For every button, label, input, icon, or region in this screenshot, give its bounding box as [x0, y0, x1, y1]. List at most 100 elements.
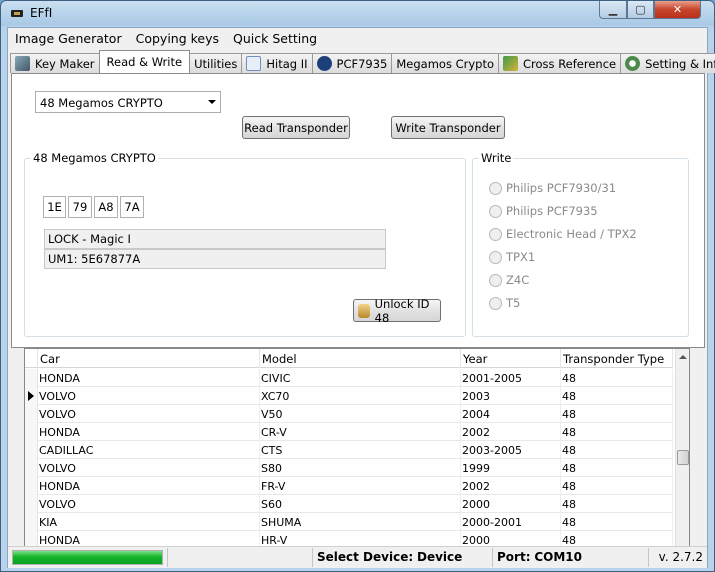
- tab-label: Cross Reference: [523, 56, 617, 71]
- row-selector[interactable]: [25, 459, 38, 477]
- cell-transponder-type: 48: [561, 441, 673, 459]
- radio-button: [489, 273, 502, 287]
- table-row[interactable]: CADILLAC CTS 2003-2005 48: [25, 441, 673, 459]
- cell-year: 2000: [461, 495, 561, 513]
- progress-bar: [12, 550, 163, 565]
- um-value: UM1: 5E67877A: [44, 249, 386, 269]
- column-header-transponder-type[interactable]: Transponder Type: [561, 349, 673, 368]
- byte-cell: 7A: [120, 196, 144, 218]
- unlock-icon: [358, 303, 370, 318]
- write-transponder-button[interactable]: Write Transponder: [391, 116, 505, 139]
- tab-label: Setting & Info: [645, 56, 715, 71]
- table-row[interactable]: HONDA CIVIC 2001-2005 48: [25, 369, 673, 387]
- menu-bar: Image Generator Copying keys Quick Setti…: [8, 28, 707, 48]
- read-write-panel: 48 Megamos CRYPTO Read Transponder Write…: [11, 73, 705, 348]
- cell-model: V50: [260, 405, 461, 423]
- scroll-thumb[interactable]: [677, 450, 689, 465]
- tab-cross-reference[interactable]: Cross Reference: [498, 53, 622, 73]
- tab-utilities[interactable]: Utilities: [189, 53, 243, 73]
- cell-year: 2004: [461, 405, 561, 423]
- keymaker-icon: [15, 56, 30, 71]
- car-table[interactable]: Car Model Year Transponder Type HONDA CIV…: [24, 348, 690, 562]
- device-value: Device: [416, 550, 463, 564]
- port-status: Port: COM10: [492, 548, 642, 567]
- radio-button: [489, 250, 502, 264]
- write-option-label: Philips PCF7935: [506, 204, 598, 218]
- transponder-select[interactable]: 48 Megamos CRYPTO: [35, 91, 221, 113]
- menu-image-generator[interactable]: Image Generator: [8, 28, 129, 48]
- write-option-label: Electronic Head / TPX2: [506, 227, 637, 241]
- write-option-label: Philips PCF7930/31: [506, 181, 617, 195]
- cell-model: S60: [260, 495, 461, 513]
- maximize-button[interactable]: ▢: [627, 1, 654, 19]
- unlock-id-button[interactable]: Unlock ID 48: [353, 297, 441, 325]
- app-icon: [11, 10, 23, 17]
- cell-transponder-type: 48: [561, 477, 673, 495]
- table-header: Car Model Year Transponder Type: [25, 349, 673, 368]
- title-bar[interactable]: EFfI ▁ ▢ ✕: [1, 1, 714, 27]
- column-header-year[interactable]: Year: [461, 349, 561, 368]
- table-row[interactable]: VOLVO V50 2004 48: [25, 405, 673, 423]
- radio-button: [489, 296, 502, 310]
- minimize-button[interactable]: ▁: [599, 1, 627, 19]
- write-option[interactable]: Philips PCF7930/31: [489, 181, 616, 195]
- cell-car: HONDA: [38, 369, 260, 387]
- cell-model: XC70: [260, 387, 461, 405]
- row-selector[interactable]: [25, 369, 38, 387]
- tab-label: Megamos Crypto: [396, 56, 495, 71]
- table-row[interactable]: HONDA CR-V 2002 48: [25, 423, 673, 441]
- tab-label: Read & Write: [106, 55, 183, 69]
- cell-year: 2001-2005: [461, 369, 561, 387]
- row-selector[interactable]: [25, 405, 38, 423]
- table-row[interactable]: VOLVO XC70 2003 48: [25, 387, 673, 405]
- table-row[interactable]: HONDA FR-V 2002 48: [25, 477, 673, 495]
- port-label: Port:: [497, 550, 531, 564]
- read-transponder-button[interactable]: Read Transponder: [242, 116, 350, 139]
- tab-read-write[interactable]: Read & Write: [98, 50, 191, 73]
- tab-hitag-ii[interactable]: Hitag II: [241, 53, 313, 73]
- cell-car: HONDA: [38, 423, 260, 441]
- write-option[interactable]: TPX1: [489, 250, 535, 264]
- status-spacer: [167, 548, 312, 567]
- vertical-scrollbar[interactable]: [675, 349, 689, 561]
- cell-transponder-type: 48: [561, 405, 673, 423]
- write-option-label: T5: [506, 296, 521, 310]
- radio-button: [489, 204, 502, 218]
- row-selector[interactable]: [25, 513, 38, 531]
- write-option[interactable]: Electronic Head / TPX2: [489, 227, 637, 241]
- header-spacer: [25, 349, 38, 368]
- write-option[interactable]: Z4C: [489, 273, 529, 287]
- column-header-car[interactable]: Car: [38, 349, 260, 368]
- cell-transponder-type: 48: [561, 423, 673, 441]
- row-selector[interactable]: [25, 387, 38, 405]
- row-selector[interactable]: [25, 477, 38, 495]
- tab-label: Hitag II: [266, 56, 308, 71]
- table-row[interactable]: VOLVO S60 2000 48: [25, 495, 673, 513]
- cell-year: 1999: [461, 459, 561, 477]
- row-selector[interactable]: [25, 441, 38, 459]
- tab-megamos-crypto[interactable]: Megamos Crypto: [391, 53, 500, 73]
- row-selector[interactable]: [25, 495, 38, 513]
- tab-key-maker[interactable]: Key Maker: [10, 53, 100, 73]
- cell-year: 2002: [461, 477, 561, 495]
- write-option[interactable]: T5: [489, 296, 520, 310]
- tab-setting-info[interactable]: Setting & Info: [620, 53, 715, 73]
- port-value: COM10: [534, 550, 582, 564]
- menu-quick-setting[interactable]: Quick Setting: [226, 28, 324, 48]
- close-button[interactable]: ✕: [654, 1, 701, 19]
- cell-transponder-type: 48: [561, 459, 673, 477]
- tab-strip: Key Maker Read & Write Utilities Hitag I…: [10, 50, 715, 73]
- tab-pcf7935[interactable]: PCF7935: [311, 53, 393, 73]
- column-header-model[interactable]: Model: [260, 349, 461, 368]
- scroll-up-icon[interactable]: [679, 355, 687, 359]
- table-row[interactable]: VOLVO S80 1999 48: [25, 459, 673, 477]
- cell-model: CTS: [260, 441, 461, 459]
- menu-copying-keys[interactable]: Copying keys: [129, 28, 226, 48]
- table-row[interactable]: KIA SHUMA 2000-2001 48: [25, 513, 673, 531]
- write-option[interactable]: Philips PCF7935: [489, 204, 598, 218]
- cell-model: CIVIC: [260, 369, 461, 387]
- row-selector[interactable]: [25, 423, 38, 441]
- hitag-icon: [246, 56, 262, 71]
- cell-model: S80: [260, 459, 461, 477]
- chevron-down-icon: [208, 100, 216, 104]
